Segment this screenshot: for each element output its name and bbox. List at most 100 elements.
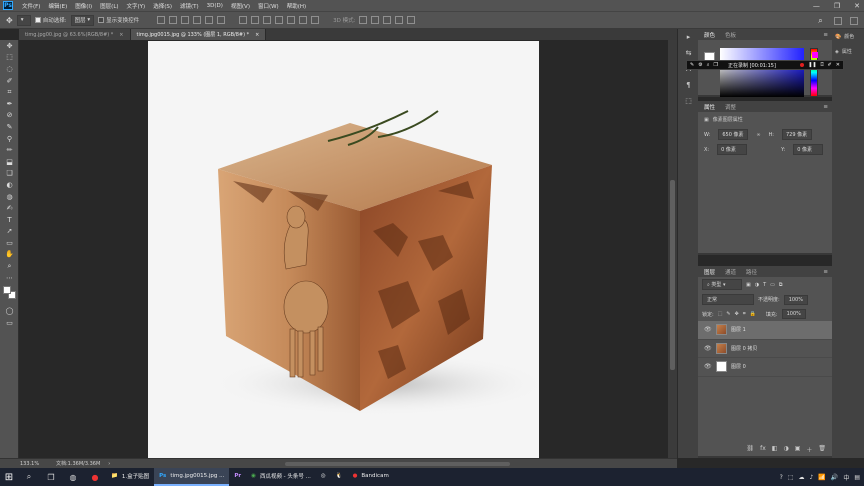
menu-select[interactable]: 选择(S)	[149, 2, 176, 10]
document-canvas[interactable]	[148, 41, 539, 459]
vertical-scrollbar[interactable]	[668, 40, 677, 458]
share-icon[interactable]	[850, 16, 858, 25]
layer-comps-icon[interactable]: ⬚	[678, 93, 699, 109]
link-layers-icon[interactable]: ⛓	[746, 445, 754, 454]
align-bottom-icon[interactable]	[181, 16, 190, 24]
3d-pan-icon[interactable]	[383, 16, 392, 24]
panel-menu-icon[interactable]: ≡	[823, 269, 828, 275]
new-layer-icon[interactable]: ＋	[806, 445, 812, 454]
more-tools-icon[interactable]: ⋯	[0, 272, 19, 284]
camera-icon[interactable]: ⌼	[821, 62, 824, 68]
tab-adjustments[interactable]: 调整	[725, 103, 736, 111]
music-icon[interactable]: ♪	[810, 474, 814, 481]
filter-type-icon[interactable]: T	[763, 282, 766, 288]
panel-menu-icon[interactable]: ≡	[823, 104, 828, 110]
distribute-left-icon[interactable]	[275, 16, 284, 24]
menu-image[interactable]: 图像(I)	[71, 2, 96, 10]
layer-row-layer-1[interactable]: 👁 图层 1	[698, 321, 832, 340]
pause-icon[interactable]: ❚❚	[808, 62, 816, 68]
distribute-vcenter-icon[interactable]	[251, 16, 260, 24]
tab-layers[interactable]: 图层	[704, 268, 715, 276]
width-field[interactable]: 650 像素	[718, 129, 749, 140]
search-icon[interactable]: ⌕	[18, 468, 40, 486]
taskbar-app-premiere[interactable]: Pr	[229, 468, 246, 486]
pen-icon[interactable]: ✐	[828, 62, 832, 68]
y-field[interactable]: 0 像素	[793, 144, 824, 155]
tab-color[interactable]: 颜色	[704, 31, 715, 39]
taskbar-app-xigua[interactable]: ◉ 西瓜视频 - 头条号 ...	[246, 468, 316, 486]
tab-close-icon[interactable]: ×	[255, 32, 259, 38]
marquee-tool-icon[interactable]: ⬚	[0, 52, 19, 64]
tab-close-icon[interactable]: ×	[119, 32, 123, 38]
tab-paths[interactable]: 路径	[746, 268, 757, 276]
auto-select-dropdown[interactable]: 图层 ▾	[70, 14, 95, 26]
3d-roll-icon[interactable]	[371, 16, 380, 24]
distribute-bottom-icon[interactable]	[263, 16, 272, 24]
paragraph-panel-icon[interactable]: ¶	[678, 77, 699, 93]
align-hcenter-icon[interactable]	[205, 16, 214, 24]
menu-layer[interactable]: 图层(L)	[96, 2, 122, 10]
brush-tool-icon[interactable]: ✎	[0, 121, 19, 133]
status-arrow-icon[interactable]: ›	[108, 461, 110, 467]
eyedropper-tool-icon[interactable]: ✒	[0, 98, 19, 110]
layer-style-icon[interactable]: fx	[760, 445, 766, 454]
visibility-eye-icon[interactable]: 👁	[704, 345, 712, 352]
lasso-tool-icon[interactable]: ◌	[0, 63, 19, 75]
x-field[interactable]: 0 像素	[717, 144, 748, 155]
blur-tool-icon[interactable]: ◐	[0, 179, 19, 191]
3d-rotate-icon[interactable]	[359, 16, 368, 24]
layer-name[interactable]: 图层 0	[731, 363, 746, 370]
align-vcenter-icon[interactable]	[169, 16, 178, 24]
add-mask-icon[interactable]: ◧	[772, 445, 778, 454]
healing-brush-tool-icon[interactable]: ⊘	[0, 110, 19, 122]
align-left-icon[interactable]	[193, 16, 202, 24]
pen-tool-icon[interactable]: ✍	[0, 202, 19, 214]
layer-row-layer-0[interactable]: 👁 图层 0	[698, 358, 832, 377]
notification-icon[interactable]: ▤	[854, 474, 860, 481]
lock-transparent-icon[interactable]: ⬚	[718, 311, 723, 317]
foreground-color-swatch[interactable]	[3, 286, 11, 295]
tab-properties[interactable]: 属性	[704, 103, 715, 111]
filter-shape-icon[interactable]: ▭	[770, 282, 775, 288]
horizontal-scroll-thumb[interactable]	[285, 462, 510, 466]
distribute-hcenter-icon[interactable]	[287, 16, 296, 24]
taskbar-app-bandicam[interactable]: ● Bandicam	[348, 468, 394, 486]
taskbar-app-photoshop[interactable]: Ps timg.jpg0015.jpg ...	[154, 468, 230, 486]
filter-smart-icon[interactable]: ⧉	[779, 282, 783, 288]
menu-edit[interactable]: 编辑(E)	[44, 2, 71, 10]
quick-mask-icon[interactable]: ◯	[0, 305, 19, 317]
clone-stamp-tool-icon[interactable]: ⚲	[0, 133, 19, 145]
browser-icon[interactable]: ◍	[62, 468, 84, 486]
tab-timg-0015[interactable]: timg.jpg0015.jpg @ 133% (图层 1, RGB/8#) *…	[130, 29, 267, 40]
color-ramp-top[interactable]	[720, 48, 804, 60]
3d-slide-icon[interactable]	[395, 16, 404, 24]
height-field[interactable]: 729 像素	[781, 129, 812, 140]
network-icon[interactable]: 📶	[818, 474, 825, 481]
move-tool-icon[interactable]: ✥	[6, 16, 13, 25]
minimize-icon[interactable]: —	[813, 2, 820, 10]
shape-tool-icon[interactable]: ▭	[0, 237, 19, 249]
move-tool-icon[interactable]: ✥	[0, 40, 19, 52]
link-icon[interactable]: ∞	[756, 132, 760, 138]
hand-tool-icon[interactable]: ✋	[0, 249, 19, 261]
netease-music-icon[interactable]: ●	[84, 468, 106, 486]
taskbar-app-other[interactable]: ◎	[316, 468, 331, 486]
auto-align-icon[interactable]	[311, 16, 320, 24]
layer-filter-dropdown[interactable]: ⌕ 类型 ▾	[702, 279, 742, 290]
layer-name[interactable]: 图层 1	[731, 326, 746, 333]
menu-filter[interactable]: 滤镜(T)	[176, 2, 203, 10]
3d-scale-icon[interactable]	[407, 16, 416, 24]
close-icon[interactable]: ✕	[854, 2, 860, 10]
record-tools-icon[interactable]: ✎	[690, 62, 694, 68]
zoom-tool-icon[interactable]: ⌕	[0, 260, 19, 272]
menu-view[interactable]: 视图(V)	[227, 2, 254, 10]
ime-icon[interactable]: 中	[843, 473, 849, 482]
layer-row-layer-0-copy[interactable]: 👁 图层 0 拷贝	[698, 340, 832, 358]
canvas-area[interactable]	[19, 40, 677, 459]
vertical-scroll-thumb[interactable]	[670, 180, 675, 370]
search-icon[interactable]: ⌕	[815, 15, 826, 26]
new-group-icon[interactable]: ▣	[795, 445, 801, 454]
blend-mode-dropdown[interactable]: 正常	[702, 294, 754, 305]
fill-field[interactable]: 100%	[781, 309, 806, 319]
windows-start-icon[interactable]: ⊞	[0, 468, 18, 486]
